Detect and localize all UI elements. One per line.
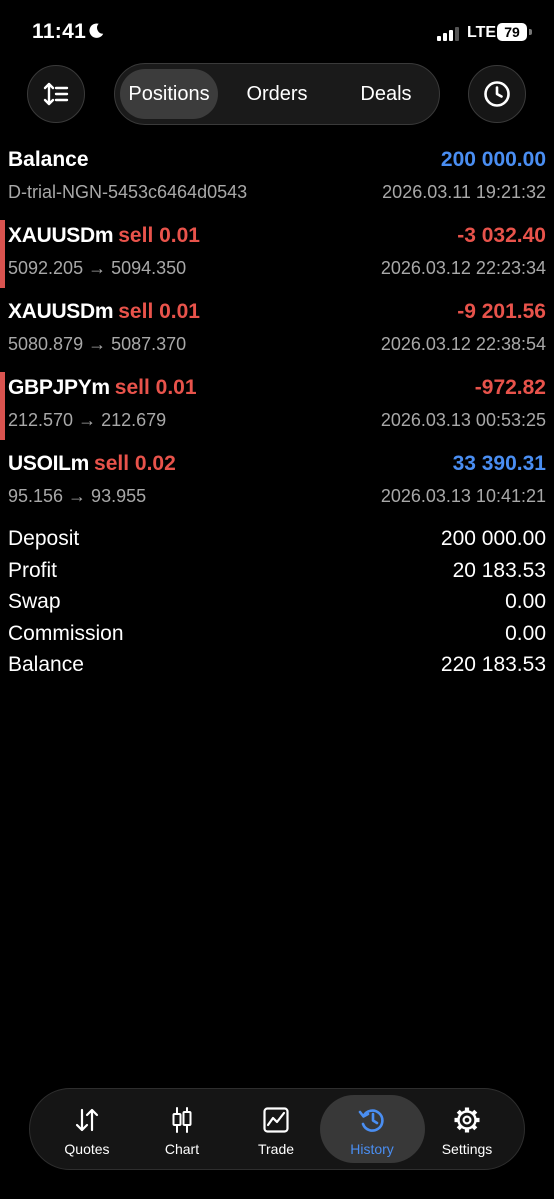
trade-row[interactable]: GBPJPYm sell 0.01 -972.82 212.570 → 212.6…	[0, 368, 554, 444]
trade-row[interactable]: XAUUSDm sell 0.01 -9 201.56 5080.879 → 50…	[0, 292, 554, 368]
quotes-arrows-icon	[75, 1108, 99, 1132]
nav-history[interactable]: History	[327, 1089, 417, 1169]
history-list: Balance 200 000.00 D-trial-NGN-5453c6464…	[0, 140, 554, 520]
summary-block: Deposit 200 000.00 Profit 20 183.53 Swap…	[0, 525, 554, 683]
trade-symbol: USOILm	[8, 452, 90, 475]
trade-prices: 95.156 → 93.955	[8, 486, 147, 506]
status-time: 11:41	[32, 20, 87, 43]
nav-label: Trade	[257, 1141, 295, 1157]
history-icon	[358, 1109, 384, 1132]
period-button[interactable]	[468, 65, 526, 123]
summary-value: 0.00	[505, 621, 546, 645]
trade-symbol: XAUUSDm	[8, 224, 114, 247]
clock-icon	[484, 81, 510, 107]
nav-label: Chart	[164, 1141, 200, 1157]
trade-action: sell 0.02	[94, 452, 176, 475]
network-label: LTE	[467, 24, 497, 41]
summary-commission: Commission 0.00	[0, 620, 554, 652]
tab-orders[interactable]: Orders	[227, 69, 327, 119]
trade-action: sell 0.01	[114, 376, 197, 399]
sort-button[interactable]	[27, 65, 85, 123]
history-tabs: Positions Orders Deals	[114, 63, 440, 125]
summary-profit: Profit 20 183.53	[0, 557, 554, 589]
account-id: D-trial-NGN-5453c6464d0543	[8, 182, 248, 202]
nav-quotes[interactable]: Quotes	[42, 1089, 132, 1169]
trade-datetime: 2026.03.12 22:38:54	[380, 334, 546, 354]
battery-tip	[529, 29, 532, 35]
trade-prices: 212.570 → 212.679	[8, 410, 167, 430]
nav-label: Quotes	[64, 1141, 110, 1157]
summary-label: Swap	[8, 590, 61, 613]
trade-symbol: GBPJPYm	[8, 376, 110, 399]
trade-row[interactable]: USOILm sell 0.02 33 390.31 95.156 → 93.95…	[0, 444, 554, 520]
tab-deals[interactable]: Deals	[337, 69, 435, 119]
balance-title: Balance	[8, 148, 89, 171]
moon-icon	[89, 23, 104, 38]
summary-label: Profit	[8, 558, 58, 582]
nav-chart[interactable]: Chart	[137, 1089, 227, 1169]
tab-positions[interactable]: Positions	[120, 69, 218, 119]
bottom-nav: Quotes Chart Trade History Settings	[29, 1088, 525, 1170]
trade-marker	[0, 372, 5, 440]
summary-deposit: Deposit 200 000.00	[0, 525, 554, 557]
trade-symbol: XAUUSDm	[8, 300, 114, 323]
trade-action: sell 0.01	[118, 224, 200, 247]
status-bar: 11:41 LTE 79	[0, 0, 554, 64]
summary-balance: Balance 220 183.53	[0, 651, 554, 683]
trade-profit: 33 390.31	[452, 452, 546, 475]
summary-value: 200 000.00	[440, 527, 546, 550]
summary-label: Deposit	[8, 527, 80, 550]
summary-label: Balance	[8, 653, 84, 676]
trade-profit: -3 032.40	[457, 224, 546, 247]
trade-datetime: 2026.03.13 00:53:25	[380, 410, 546, 430]
nav-label: History	[350, 1141, 394, 1157]
trade-chart-icon	[263, 1107, 289, 1133]
balance-amount: 200 000.00	[440, 148, 546, 171]
trade-prices: 5080.879 → 5087.370	[8, 334, 187, 354]
battery-icon: 79	[497, 23, 527, 41]
gear-icon	[454, 1107, 480, 1133]
summary-value: 220 183.53	[440, 653, 546, 676]
trade-prices: 5092.205 → 5094.350	[8, 258, 187, 278]
candlestick-icon	[172, 1107, 192, 1133]
nav-settings[interactable]: Settings	[422, 1089, 512, 1169]
summary-value: 20 183.53	[452, 558, 546, 582]
balance-datetime: 2026.03.11 19:21:32	[382, 182, 546, 202]
nav-trade[interactable]: Trade	[231, 1089, 321, 1169]
trade-profit: -972.82	[474, 376, 546, 399]
trade-marker	[0, 220, 5, 288]
nav-label: Settings	[441, 1141, 493, 1157]
summary-label: Commission	[8, 621, 124, 645]
trade-datetime: 2026.03.13 10:41:21	[380, 486, 546, 506]
trade-action: sell 0.01	[118, 300, 200, 323]
summary-value: 0.00	[505, 590, 546, 613]
summary-swap: Swap 0.00	[0, 588, 554, 620]
balance-row[interactable]: Balance 200 000.00 D-trial-NGN-5453c6464…	[0, 140, 554, 216]
signal-icon	[437, 27, 459, 41]
trade-row[interactable]: XAUUSDm sell 0.01 -3 032.40 5092.205 → 50…	[0, 216, 554, 292]
trade-profit: -9 201.56	[457, 300, 546, 323]
sort-arrows-icon	[43, 82, 69, 106]
trade-datetime: 2026.03.12 22:23:34	[380, 258, 546, 278]
